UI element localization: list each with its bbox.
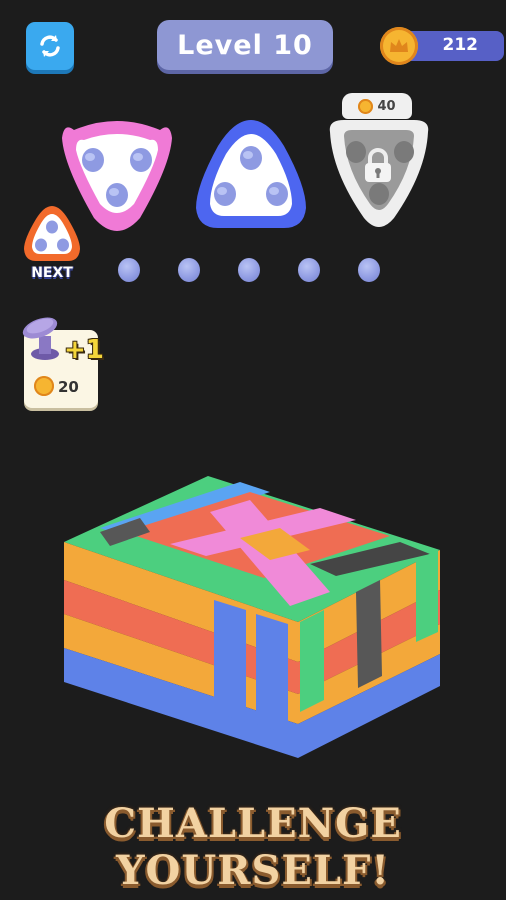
coin-icon xyxy=(358,98,374,114)
booster-price: 20 xyxy=(58,378,79,396)
unlock-price-badge[interactable]: 40 xyxy=(342,93,412,119)
peg-slot[interactable] xyxy=(178,258,200,282)
peg-slot[interactable] xyxy=(118,258,140,282)
coin-icon xyxy=(34,376,54,396)
booster-plus-label: +1 xyxy=(64,335,104,365)
unlock-price: 40 xyxy=(377,98,396,114)
peg-slot[interactable] xyxy=(358,258,380,282)
peg-slot[interactable] xyxy=(298,258,320,282)
padlock-icon xyxy=(365,148,391,182)
next-label: NEXT xyxy=(31,265,73,281)
headline-banner: CHALLENGE YOURSELF! xyxy=(104,800,402,894)
level-indicator: Level 10 xyxy=(157,20,333,70)
tray-blue[interactable] xyxy=(188,116,314,236)
peg-slot[interactable] xyxy=(238,258,260,282)
puzzle-block-stack[interactable] xyxy=(60,472,444,762)
level-label: Level 10 xyxy=(177,29,313,61)
crown-coin-icon xyxy=(380,27,418,65)
refresh-button[interactable] xyxy=(26,22,74,70)
next-tray-orange xyxy=(24,206,80,261)
refresh-arrows-icon xyxy=(40,35,60,57)
coin-count: 212 xyxy=(442,35,479,55)
